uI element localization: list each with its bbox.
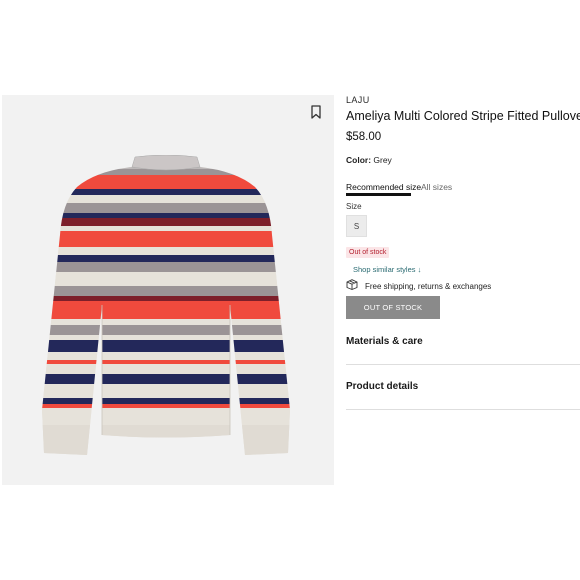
product-details-accordion[interactable]: Product details	[346, 381, 418, 392]
size-label: Size	[346, 202, 362, 211]
active-tab-underline	[346, 193, 411, 196]
product-title: Ameliya Multi Colored Stripe Fitted Pull…	[346, 109, 580, 123]
size-option-s[interactable]: S	[346, 215, 367, 237]
shop-similar-styles-link[interactable]: Shop similar styles ↓	[353, 265, 421, 274]
materials-care-accordion[interactable]: Materials & care	[346, 336, 423, 347]
color-value: Grey	[371, 155, 392, 165]
out-of-stock-badge: Out of stock	[346, 247, 390, 258]
package-icon	[346, 279, 358, 290]
tab-recommended-size[interactable]: Recommended size	[346, 182, 421, 192]
out-of-stock-button[interactable]: OUT OF STOCK	[346, 296, 440, 319]
brand-name: LAJU	[346, 95, 370, 105]
color-label: Color:	[346, 155, 372, 165]
divider	[346, 409, 580, 410]
free-shipping-text: Free shipping, returns & exchanges	[365, 282, 492, 291]
product-color: Color: Grey	[346, 155, 392, 165]
bookmark-icon[interactable]	[310, 105, 322, 119]
tab-all-sizes[interactable]: All sizes	[421, 182, 452, 192]
product-image-sweater	[42, 155, 290, 455]
divider	[346, 364, 580, 365]
product-price: $58.00	[346, 131, 382, 143]
